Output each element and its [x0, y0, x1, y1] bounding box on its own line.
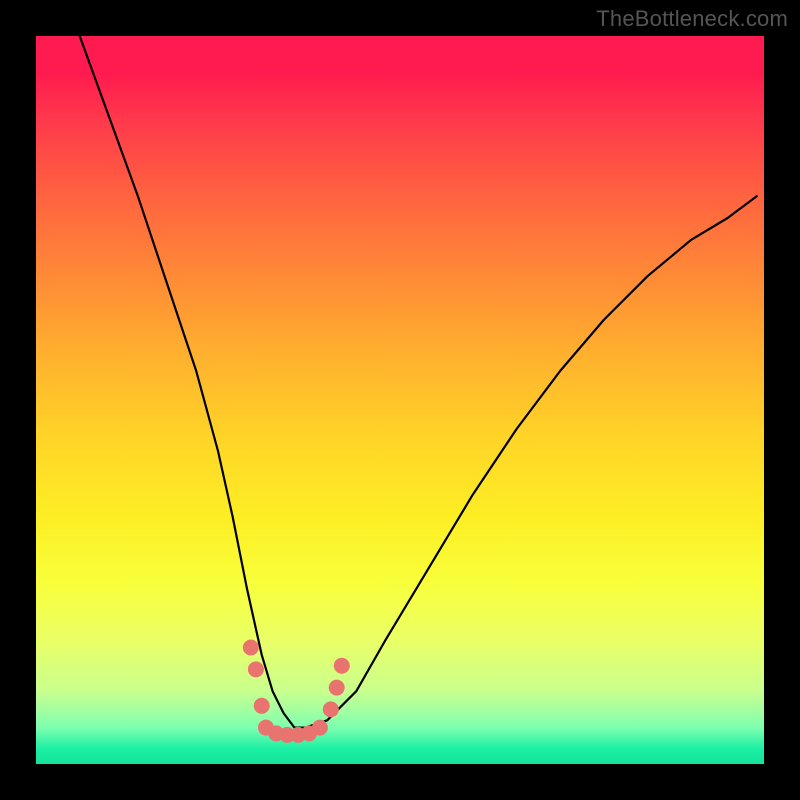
- curve-marker: [334, 658, 350, 674]
- watermark-text: TheBottleneck.com: [596, 6, 788, 32]
- curve-layer: [36, 36, 764, 764]
- curve-marker: [329, 680, 345, 696]
- curve-marker: [254, 698, 270, 714]
- curve-marker: [248, 661, 264, 677]
- curve-marker: [312, 720, 328, 736]
- curve-marker: [243, 640, 259, 656]
- curve-marker: [323, 701, 339, 717]
- bottleneck-curve: [80, 36, 757, 728]
- plot-area: [36, 36, 764, 764]
- chart-frame: TheBottleneck.com: [0, 0, 800, 800]
